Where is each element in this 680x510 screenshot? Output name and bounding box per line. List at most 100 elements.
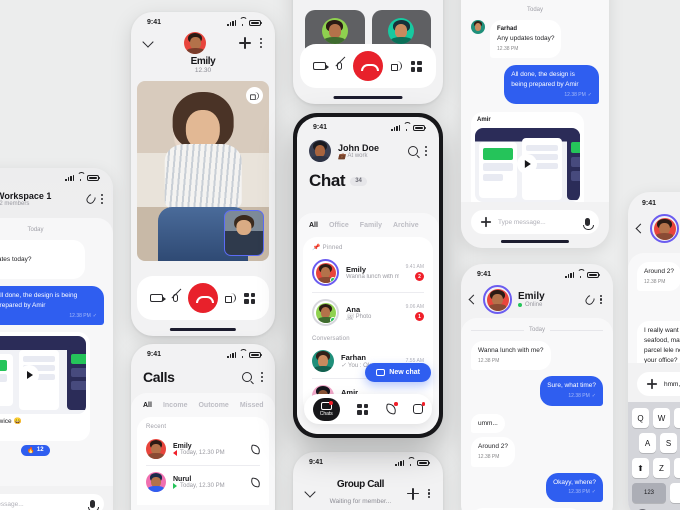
status-bar: 9:41 xyxy=(293,452,443,468)
chat-list[interactable]: 📌 Pinned Emily Wanna lunch with m 9.41 A… xyxy=(303,237,433,415)
mic-toggle-button[interactable] xyxy=(333,60,346,73)
tab-income[interactable]: Income xyxy=(163,402,188,409)
add-participant-icon[interactable] xyxy=(238,37,251,49)
more-vertical-icon[interactable] xyxy=(260,372,263,382)
plus-icon[interactable] xyxy=(480,216,492,228)
chevron-left-icon[interactable] xyxy=(635,223,646,234)
key-z[interactable]: Z xyxy=(653,458,670,478)
search-icon[interactable] xyxy=(241,372,252,382)
group-call-top-phone: Ana Calling... Rico Calling... xyxy=(293,0,443,104)
calls-list[interactable]: Recent Emily Today, 12.30 PM Nurul Today… xyxy=(137,417,269,505)
home-indicator xyxy=(500,240,570,243)
more-vertical-icon[interactable] xyxy=(599,294,602,305)
add-participant-icon[interactable] xyxy=(406,487,419,500)
key-a[interactable]: A xyxy=(639,433,656,453)
nav-item-grid[interactable] xyxy=(357,403,369,415)
workspace-header[interactable]: Workspace 1 12 members xyxy=(0,183,113,218)
workspace-message-list[interactable]: Today Farhad Any updates today? 12.38 PM… xyxy=(0,218,113,496)
key-q[interactable]: Q xyxy=(632,408,649,428)
new-chat-button[interactable]: New chat xyxy=(365,363,431,382)
paperclip-icon[interactable] xyxy=(84,192,97,206)
chevron-left-icon[interactable] xyxy=(468,294,479,305)
numeric-key[interactable]: 123 xyxy=(632,483,666,503)
calls-tabs[interactable]: All Income Outcome Missed xyxy=(131,402,275,417)
message-list[interactable]: Around 2? 12.38 PM I really want seafood… xyxy=(628,253,680,363)
more-vertical-icon[interactable] xyxy=(259,38,262,48)
paperclip-icon[interactable] xyxy=(583,293,596,306)
bottom-nav[interactable]: Chats xyxy=(304,394,432,424)
chat-row[interactable]: Emily Wanna lunch with me? 9.41 AM 2 xyxy=(312,255,424,290)
phone-icon[interactable] xyxy=(250,443,261,455)
status-bar: 9:41 xyxy=(461,264,613,280)
message-input[interactable]: Type message... xyxy=(471,210,599,234)
camera-toggle-button[interactable] xyxy=(313,60,330,73)
search-icon[interactable] xyxy=(407,146,418,156)
tab-all[interactable]: All xyxy=(143,402,152,409)
attachment-preview[interactable] xyxy=(475,128,580,202)
mic-toggle-button[interactable] xyxy=(169,292,182,305)
composer-value: hmm, ok xyxy=(664,380,680,388)
plus-icon[interactable] xyxy=(646,378,658,390)
more-options-button[interactable] xyxy=(410,60,423,73)
call-meta: Today, 12.30 PM xyxy=(180,482,225,489)
photo-icon: 🖼 xyxy=(346,314,354,321)
status-time: 9:41 xyxy=(477,271,492,278)
speaker-toggle-button[interactable] xyxy=(224,292,237,305)
more-vertical-icon[interactable] xyxy=(427,488,430,499)
key-s[interactable]: S xyxy=(660,433,677,453)
tab-office[interactable]: Office xyxy=(329,222,349,229)
nav-item-calls[interactable] xyxy=(385,402,398,415)
tab-archive[interactable]: Archive xyxy=(393,222,419,229)
play-button[interactable] xyxy=(18,365,39,386)
mic-icon[interactable] xyxy=(88,500,99,510)
message-input[interactable]: hmm, ok xyxy=(637,372,680,396)
message-list[interactable]: Today Farhad Any updates today? 12.38 PM… xyxy=(461,0,609,202)
video-feed-self[interactable] xyxy=(224,210,264,256)
reaction-badge[interactable]: 🔥 12 xyxy=(21,444,50,456)
avatar[interactable] xyxy=(486,288,509,311)
space-key[interactable] xyxy=(670,483,680,503)
tab-all[interactable]: All xyxy=(309,222,318,229)
tab-missed[interactable]: Missed xyxy=(240,402,264,409)
end-call-button[interactable] xyxy=(188,283,218,313)
message-list[interactable]: Today Wanna lunch with me? 12.38 PM Sure… xyxy=(461,318,613,510)
nav-item-settings[interactable] xyxy=(413,402,426,414)
message-out: Okayy, where? 12.38 PM ✓ xyxy=(471,472,603,502)
speaker-toggle-button[interactable] xyxy=(246,87,263,104)
chevron-down-icon[interactable] xyxy=(304,486,316,498)
chat-row[interactable]: Ana 🖼 Photo 9.06 AM 1 xyxy=(312,295,424,330)
nav-item-chats[interactable]: Chats xyxy=(312,397,340,421)
avatar xyxy=(388,18,415,44)
tab-family[interactable]: Family xyxy=(360,222,382,229)
chat-count-badge: 34 xyxy=(350,176,367,186)
home-indicator xyxy=(169,328,237,331)
phone-icon[interactable] xyxy=(250,476,261,488)
message-input[interactable]: Type message... xyxy=(0,494,104,510)
avatar[interactable] xyxy=(653,217,676,240)
profile-avatar[interactable] xyxy=(309,140,331,162)
more-vertical-icon[interactable] xyxy=(424,146,427,156)
tab-outcome[interactable]: Outcome xyxy=(198,402,228,409)
more-vertical-icon[interactable] xyxy=(100,194,103,204)
keyboard[interactable]: Q W E R A S D ⬆ Z X 123 xyxy=(628,402,680,510)
video-feed-main[interactable] xyxy=(137,81,269,261)
key-x[interactable]: X xyxy=(674,458,680,478)
mic-icon[interactable] xyxy=(583,218,594,230)
message-attachment[interactable]: check it twice 😄 12.38 PM xyxy=(0,332,91,441)
badge-dot xyxy=(421,402,426,406)
speaker-toggle-button[interactable] xyxy=(390,60,403,73)
chevron-down-icon[interactable] xyxy=(142,35,154,48)
chat-tabs[interactable]: All Office Family Archive xyxy=(297,222,439,237)
wifi-icon xyxy=(77,175,84,181)
profile-header[interactable]: John Doe 💼 At work xyxy=(297,133,439,162)
call-list-item[interactable]: Nurul Today, 12.30 PM xyxy=(146,468,261,496)
message-attachment[interactable]: Amir Kind xyxy=(471,112,584,202)
shift-icon[interactable]: ⬆ xyxy=(632,458,649,478)
attachment-preview[interactable] xyxy=(0,336,87,415)
more-options-button[interactable] xyxy=(243,292,256,305)
key-w[interactable]: W xyxy=(653,408,670,428)
end-call-button[interactable] xyxy=(352,51,383,81)
camera-toggle-button[interactable] xyxy=(150,292,166,305)
key-e[interactable]: E xyxy=(674,408,680,428)
call-list-item[interactable]: Emily Today, 12.30 PM xyxy=(146,435,261,463)
